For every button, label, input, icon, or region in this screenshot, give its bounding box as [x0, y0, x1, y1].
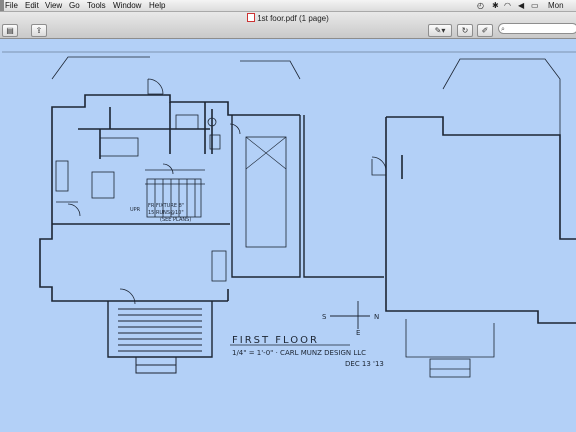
compass-south-label: S — [322, 313, 327, 321]
note-fixture-1: FR FIXTURE 8" — [148, 203, 184, 209]
edit-icon: ✐ — [481, 26, 489, 35]
menu-edit[interactable]: Edit — [25, 0, 39, 11]
bluetooth-icon[interactable]: ✱ — [492, 0, 499, 11]
document-viewer[interactable]: N S E FIRST FLOOR 1/4" = 1'-0" · CARL MU… — [0, 39, 576, 432]
menu-tools[interactable]: Tools — [87, 0, 106, 11]
menu-go[interactable]: Go — [69, 0, 80, 11]
left-wing-walls — [39, 94, 232, 302]
annotate-menu-button[interactable]: ✎▾ — [428, 24, 452, 37]
menu-window[interactable]: Window — [113, 0, 141, 11]
pen-icon: ✎▾ — [434, 26, 446, 35]
time-machine-icon[interactable]: ◴ — [477, 0, 484, 11]
compass-north-label: N — [374, 313, 379, 321]
menu-view[interactable]: View — [45, 0, 62, 11]
apple-menu-icon[interactable] — [0, 0, 4, 11]
sidebar-icon: ▤ — [6, 26, 14, 35]
document-title: 1st foor.pdf (1 page) — [0, 13, 576, 23]
document-title-text: 1st foor.pdf (1 page) — [257, 14, 329, 23]
drawing-scale-note: 1/4" = 1'-0" · CARL MUNZ DESIGN LLC — [232, 349, 366, 357]
right-wing-walls — [385, 116, 576, 324]
menu-file[interactable]: File — [5, 0, 18, 11]
drawing-title: FIRST FLOOR — [232, 335, 319, 346]
rotate-icon: ↻ — [461, 26, 469, 35]
porch — [107, 301, 213, 374]
note-fixture-3: (SEE PLANS) — [160, 217, 191, 223]
window-titlebar: 1st foor.pdf (1 page) ▤ ⇪ ✎▾ ↻ ✐ ⌕ — [0, 12, 576, 39]
pdf-document-icon — [247, 13, 256, 22]
search-input[interactable]: ⌕ — [498, 23, 576, 34]
menu-bar: File Edit View Go Tools Window Help ◴ ✱ … — [0, 0, 576, 21]
search-icon: ⌕ — [501, 26, 505, 33]
floor-plan-drawing: N S E FIRST FLOOR 1/4" = 1'-0" · CARL MU… — [2, 51, 576, 378]
central-connector — [231, 114, 384, 278]
note-uppr: UPR — [130, 207, 141, 213]
compass-east-label: E — [356, 329, 360, 337]
rotate-button[interactable]: ↻ — [457, 24, 473, 37]
battery-icon[interactable]: ▭ — [531, 0, 539, 11]
note-fixture-2: 15 RUNS@10" — [148, 210, 184, 216]
wifi-icon[interactable]: ◠ — [504, 0, 511, 11]
volume-icon[interactable]: ◀ — [518, 0, 524, 11]
share-button[interactable]: ⇪ — [31, 24, 47, 37]
edit-button[interactable]: ✐ — [477, 24, 493, 37]
drawing-date: DEC 13 '13 — [345, 360, 384, 368]
sidebar-toggle-button[interactable]: ▤ — [2, 24, 18, 37]
share-icon: ⇪ — [35, 26, 43, 35]
menu-help[interactable]: Help — [149, 0, 165, 11]
north-arrow — [330, 301, 370, 329]
